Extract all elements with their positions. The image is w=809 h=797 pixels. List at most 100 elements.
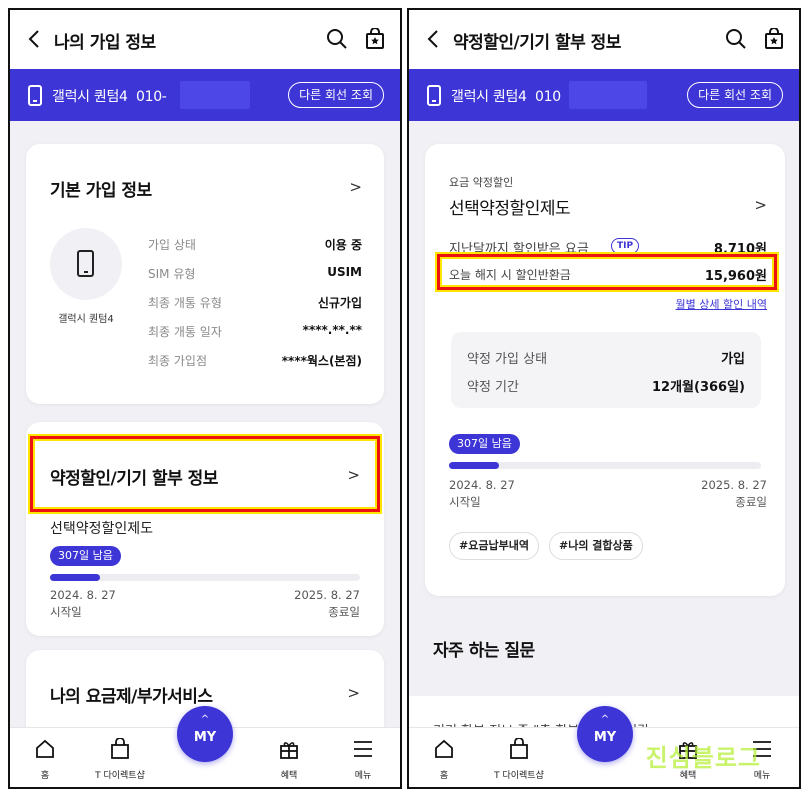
info-value: 이용 중 xyxy=(324,238,362,252)
caret-up-icon: ^ xyxy=(600,714,610,725)
tab-label: 홈 xyxy=(40,771,50,781)
info-value: ****.**.** xyxy=(302,323,362,337)
phone-number: 010 xyxy=(534,89,561,105)
shopping-bag-icon[interactable] xyxy=(364,28,386,50)
my-label: MY xyxy=(193,730,217,745)
smartphone-icon xyxy=(77,250,94,277)
end-label: 종료일 xyxy=(735,495,767,509)
start-label: 시작일 xyxy=(50,605,82,619)
basic-info-title: 기본 가입 정보 xyxy=(50,181,152,201)
search-icon[interactable] xyxy=(326,28,348,50)
other-line-button[interactable]: 다른 회선 조회 xyxy=(288,82,384,108)
progress-track xyxy=(50,574,360,581)
chevron-right-icon: > xyxy=(347,684,360,702)
status-value: 가입 xyxy=(721,352,745,367)
header: 약정할인/기기 할부 정보 xyxy=(409,10,799,69)
tab-label: T 다이렉트샵 xyxy=(494,771,544,781)
chevron-right-icon: > xyxy=(349,178,362,196)
device-name: 갤럭시 퀀텀4 xyxy=(451,89,527,105)
my-label: MY xyxy=(593,730,617,745)
phone-icon xyxy=(427,85,441,106)
tab-label: 혜택 xyxy=(280,771,298,781)
line-selector-bar: 갤럭시 퀀텀4 010- 다른 회선 조회 xyxy=(10,69,400,121)
page-title: 약정할인/기기 할부 정보 xyxy=(453,33,621,53)
bottom-tab-bar: 홈 T 다이렉트샵 ^ MY 혜택 메뉴 진심블로그 xyxy=(409,706,799,787)
tip-badge[interactable]: TIP xyxy=(611,238,640,254)
menu-icon xyxy=(354,741,372,757)
progress-track xyxy=(449,462,761,469)
right-screen: 약정할인/기기 할부 정보 갤럭시 퀀텀4 010 다른 회선 조회 요금 약정… xyxy=(407,8,801,789)
progress-fill xyxy=(50,574,100,581)
back-arrow-icon[interactable] xyxy=(423,28,445,50)
faq-title: 자주 하는 질문 xyxy=(433,641,535,661)
tag-payment-history[interactable]: #요금납부내역 xyxy=(449,532,539,560)
period-label: 약정 기간 xyxy=(467,380,519,395)
discount-card[interactable]: 약정할인/기기 할부 정보 > 선택약정할인제도 307일 남음 2024. 8… xyxy=(26,422,384,636)
period-value: 12개월(366일) xyxy=(652,380,745,395)
my-button[interactable]: ^ MY xyxy=(177,706,233,762)
shopping-bag-icon xyxy=(510,738,528,759)
end-date: 2025. 8. 27 xyxy=(294,588,360,602)
info-value: USIM xyxy=(327,265,362,279)
page-title: 나의 가입 정보 xyxy=(54,33,156,53)
line-info: 갤럭시 퀀텀4 010- xyxy=(52,86,167,106)
info-label: 최종 개통 유형 xyxy=(148,296,222,310)
info-label: 최종 개통 일자 xyxy=(148,325,222,339)
discount-plan: 선택약정할인제도 xyxy=(50,521,154,537)
home-icon xyxy=(36,739,54,758)
tab-menu[interactable]: 메뉴 xyxy=(328,728,398,787)
info-value: ****웍스(본점) xyxy=(281,354,362,368)
tab-t-direct-shop[interactable]: T 다이렉트샵 xyxy=(85,728,155,787)
caret-up-icon: ^ xyxy=(200,714,210,725)
end-label: 종료일 xyxy=(328,605,360,619)
phone-number: 010- xyxy=(135,89,167,105)
chevron-right-icon[interactable]: > xyxy=(754,196,767,214)
tab-label: 홈 xyxy=(439,771,449,781)
header: 나의 가입 정보 xyxy=(10,10,400,69)
phone-icon xyxy=(28,85,42,106)
tab-benefits[interactable]: 혜택 xyxy=(254,728,324,787)
line-selector-bar: 갤럭시 퀀텀4 010 다른 회선 조회 xyxy=(409,69,799,121)
back-arrow-icon[interactable] xyxy=(24,28,46,50)
tag-bundle-products[interactable]: #나의 결합상품 xyxy=(549,532,643,560)
device-label: 갤럭시 퀀텀4 xyxy=(58,314,114,325)
device-name: 갤럭시 퀀텀4 xyxy=(52,89,128,105)
tab-home[interactable]: 홈 xyxy=(409,728,479,787)
tab-label: 메뉴 xyxy=(354,771,372,781)
info-label: 최종 가입점 xyxy=(148,354,208,368)
left-screen: 나의 가입 정보 갤럭시 퀀텀4 010- 다른 회선 조회 기본 가입 정보 … xyxy=(8,8,402,789)
progress-fill xyxy=(449,462,499,469)
basic-info-card[interactable]: 기본 가입 정보 > 갤럭시 퀀텀4 가입 상태 이용 중 SIM 유형 USI… xyxy=(26,144,384,404)
number-mask xyxy=(569,81,647,109)
remaining-badge: 307일 남음 xyxy=(449,434,520,454)
tab-label: T 다이렉트샵 xyxy=(95,771,145,781)
start-date: 2024. 8. 27 xyxy=(449,478,515,492)
monthly-detail-link[interactable]: 월별 상세 할인 내역 xyxy=(676,296,767,312)
line-info: 갤럭시 퀀텀4 010 xyxy=(451,86,561,106)
tab-home[interactable]: 홈 xyxy=(10,728,80,787)
highlight-box xyxy=(30,436,380,512)
highlight-box xyxy=(437,254,777,290)
gift-icon xyxy=(280,742,298,759)
plan-card-title: 나의 요금제/부가서비스 xyxy=(50,687,213,707)
contract-status-box: 약정 가입 상태 가입 약정 기간 12개월(366일) xyxy=(451,332,761,408)
device-avatar xyxy=(50,228,122,300)
info-value: 신규가입 xyxy=(317,296,362,310)
info-label: 가입 상태 xyxy=(148,238,196,252)
blog-watermark: 진심블로그 xyxy=(645,744,761,772)
other-line-button[interactable]: 다른 회선 조회 xyxy=(687,82,783,108)
contract-overline: 요금 약정할인 xyxy=(449,176,514,189)
my-button[interactable]: ^ MY xyxy=(577,706,633,762)
tab-t-direct-shop[interactable]: T 다이렉트샵 xyxy=(484,728,554,787)
info-label: SIM 유형 xyxy=(148,267,196,281)
end-date: 2025. 8. 27 xyxy=(701,478,767,492)
shopping-bag-icon[interactable] xyxy=(763,28,785,50)
home-icon xyxy=(435,739,453,758)
start-date: 2024. 8. 27 xyxy=(50,588,116,602)
start-label: 시작일 xyxy=(449,495,481,509)
shopping-bag-icon xyxy=(111,738,129,759)
number-mask xyxy=(180,81,250,109)
search-icon[interactable] xyxy=(725,28,747,50)
contract-card: 요금 약정할인 선택약정할인제도 > 지난달까지 할인받은 요금 TIP 8,7… xyxy=(425,144,785,596)
contract-title: 선택약정할인제도 xyxy=(449,199,571,219)
